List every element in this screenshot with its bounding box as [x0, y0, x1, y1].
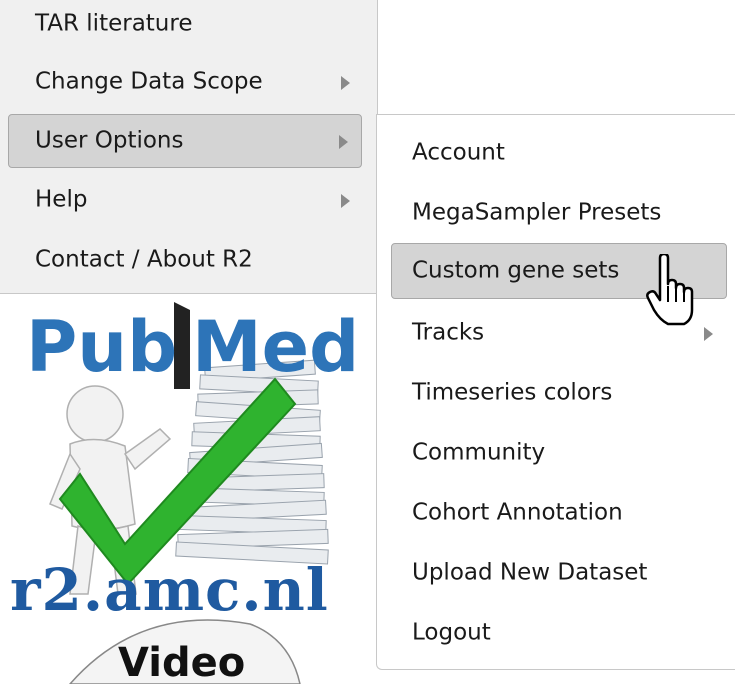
main-menu: TAR literature Change Data Scope User Op… [0, 0, 378, 294]
user-options-submenu: Account MegaSampler Presets Custom gene … [376, 114, 735, 670]
submenu-item-label: Tracks [412, 319, 485, 346]
submenu-item-logout[interactable]: Logout [391, 605, 727, 661]
menu-item-help[interactable]: Help [8, 172, 366, 228]
submenu-item-label: Community [412, 439, 546, 466]
hand-pointer-cursor-icon [646, 254, 694, 326]
menu-item-label: TAR literature [35, 10, 193, 37]
submenu-item-label: Logout [412, 619, 491, 646]
menu-item-user-options[interactable]: User Options [8, 114, 362, 168]
menu-item-change-data-scope[interactable]: Change Data Scope [8, 54, 366, 110]
menu-item-label: User Options [35, 127, 184, 154]
menu-item-contact-about[interactable]: Contact / About R2 [8, 232, 366, 288]
pubmed-logo-area: Pub Med r2.amc.nl Video [0, 294, 376, 686]
submenu-arrow-icon [704, 327, 713, 341]
submenu-arrow-icon [341, 194, 350, 208]
menu-item-label: Change Data Scope [35, 68, 263, 95]
submenu-item-megasampler-presets[interactable]: MegaSampler Presets [391, 185, 727, 241]
submenu-arrow-icon [339, 135, 348, 149]
submenu-item-label: Upload New Dataset [412, 559, 648, 586]
video-label: Video [118, 640, 246, 686]
submenu-item-upload-new-dataset[interactable]: Upload New Dataset [391, 545, 727, 601]
menu-item-label: Help [35, 186, 88, 213]
submenu-item-label: Custom gene sets [412, 257, 620, 284]
menu-item-label: Contact / About R2 [35, 246, 253, 273]
pubmed-pub-text: Pub [26, 306, 178, 388]
submenu-item-label: Cohort Annotation [412, 499, 623, 526]
submenu-item-account[interactable]: Account [391, 125, 727, 181]
submenu-item-label: Account [412, 139, 505, 166]
submenu-item-timeseries-colors[interactable]: Timeseries colors [391, 365, 727, 421]
menu-item-tar-literature[interactable]: TAR literature [8, 0, 366, 50]
pubmed-med-text: Med [192, 306, 360, 388]
submenu-item-label: MegaSampler Presets [412, 199, 662, 226]
r2-site-text: r2.amc.nl [10, 556, 329, 624]
submenu-item-cohort-annotation[interactable]: Cohort Annotation [391, 485, 727, 541]
submenu-arrow-icon [341, 76, 350, 90]
submenu-item-community[interactable]: Community [391, 425, 727, 481]
submenu-item-label: Timeseries colors [412, 379, 613, 406]
